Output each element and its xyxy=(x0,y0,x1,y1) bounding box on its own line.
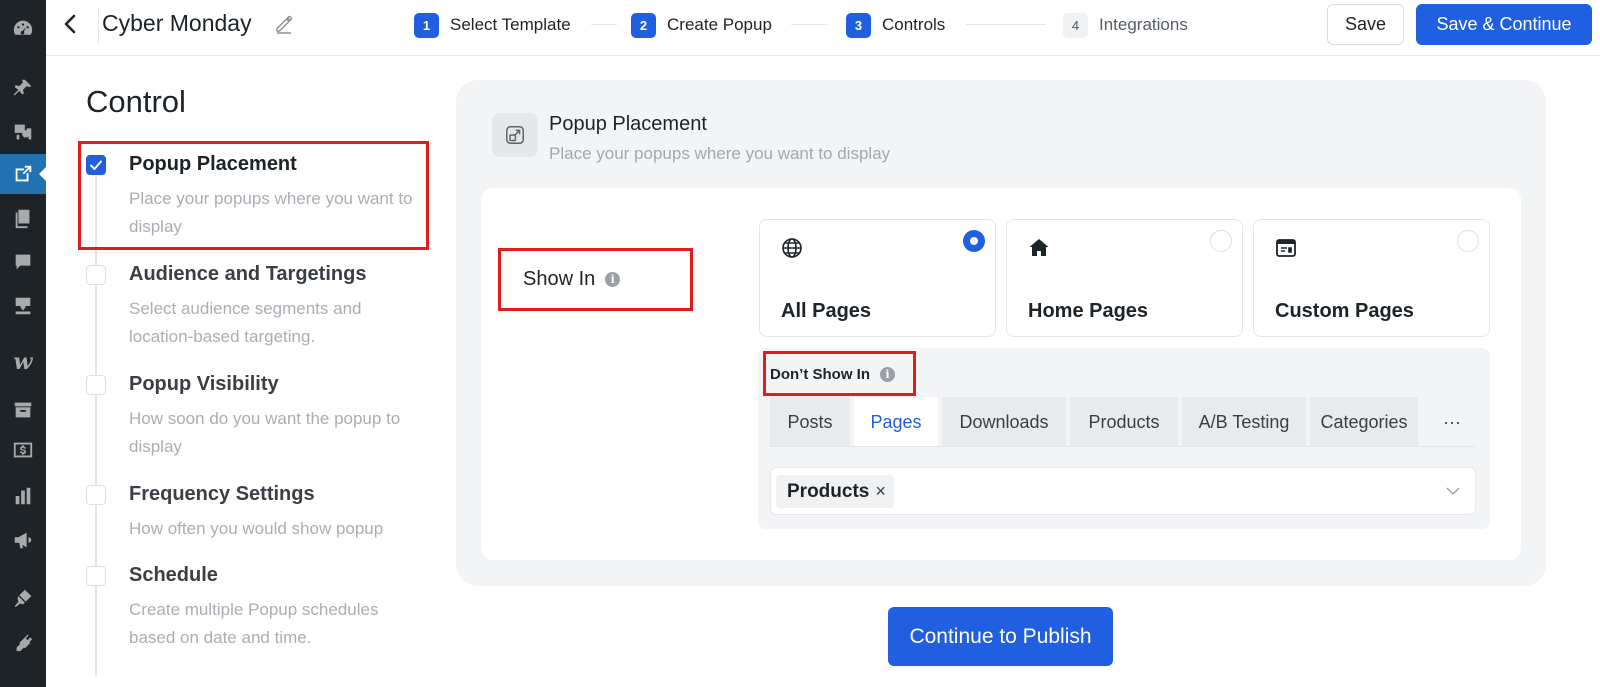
wp-admin-sidebar: w xyxy=(0,0,46,687)
step-label: Select Template xyxy=(450,15,571,34)
control-item-audience[interactable]: Audience and Targetings Select audience … xyxy=(84,263,434,353)
option-custom-pages[interactable]: Custom Pages xyxy=(1253,219,1490,337)
plugin-icon[interactable] xyxy=(0,622,46,662)
pencil-edit-icon[interactable] xyxy=(274,14,294,34)
step-label: Controls xyxy=(882,15,946,34)
radio[interactable] xyxy=(1457,230,1479,252)
tab-pages[interactable]: Pages xyxy=(854,397,938,447)
comments-icon[interactable] xyxy=(0,242,46,282)
tabs-underline xyxy=(770,446,1476,447)
popup-placement-icon xyxy=(492,113,538,157)
popup-title: Cyber Monday xyxy=(102,10,252,36)
step-number: 1 xyxy=(414,12,439,38)
step-connector xyxy=(591,24,617,25)
control-item-title: Schedule xyxy=(129,564,218,586)
control-item-schedule[interactable]: Schedule Create multiple Popup schedules… xyxy=(84,564,434,654)
checkbox[interactable] xyxy=(86,265,106,285)
woo-icon[interactable]: w xyxy=(0,342,46,382)
divider xyxy=(98,8,99,44)
control-item-visibility[interactable]: Popup Visibility How soon do you want th… xyxy=(84,373,434,463)
step-select-template[interactable]: 1 Select Template xyxy=(414,12,571,38)
checkbox[interactable] xyxy=(86,485,106,505)
popup-icon[interactable] xyxy=(0,154,46,194)
tab-products[interactable]: Products xyxy=(1070,397,1178,447)
checkbox[interactable] xyxy=(86,375,106,395)
control-item-title: Popup Visibility xyxy=(129,373,279,395)
control-item-popup-placement[interactable]: Popup Placement Place your popups where … xyxy=(84,153,434,243)
back-arrow-icon[interactable] xyxy=(60,12,82,36)
control-heading: Control xyxy=(86,84,186,119)
dont-show-in-label: Don’t Show In i xyxy=(770,366,895,383)
globe-icon xyxy=(780,236,804,260)
download-icon[interactable] xyxy=(0,286,46,326)
radio-selected[interactable] xyxy=(963,230,985,252)
tab-downloads[interactable]: Downloads xyxy=(942,397,1066,447)
checkbox-checked[interactable] xyxy=(86,155,106,175)
dashboard-icon[interactable] xyxy=(0,8,46,48)
step-label: Integrations xyxy=(1099,15,1188,34)
option-label: All Pages xyxy=(781,300,872,322)
save-continue-button[interactable]: Save & Continue xyxy=(1416,4,1592,45)
control-item-desc: How often you would show popup xyxy=(129,519,384,538)
megaphone-icon[interactable] xyxy=(0,520,46,560)
step-label: Create Popup xyxy=(667,15,772,34)
control-item-desc: Select audience segments and location-ba… xyxy=(129,299,362,346)
step-number: 4 xyxy=(1063,12,1088,38)
option-label: Home Pages xyxy=(1028,300,1149,322)
show-in-label: Show In i xyxy=(523,268,621,291)
save-button[interactable]: Save xyxy=(1327,4,1404,45)
exclusion-select[interactable]: Products × xyxy=(770,467,1476,515)
control-item-title: Popup Placement xyxy=(129,153,297,175)
dont-show-in-text: Don’t Show In xyxy=(770,366,870,383)
control-item-frequency[interactable]: Frequency Settings How often you would s… xyxy=(84,483,434,543)
step-controls[interactable]: 3 Controls xyxy=(846,12,945,38)
tab-ab-testing[interactable]: A/B Testing xyxy=(1182,397,1306,447)
more-tabs-button[interactable]: ··· xyxy=(1428,397,1476,447)
option-label: Custom Pages xyxy=(1275,300,1414,322)
home-icon xyxy=(1027,236,1051,260)
section-title: Popup Placement xyxy=(549,113,707,135)
control-item-desc: How soon do you want the popup to displa… xyxy=(129,409,401,456)
pin-icon[interactable] xyxy=(0,68,46,108)
step-integrations[interactable]: 4 Integrations xyxy=(1063,12,1188,38)
archive-icon[interactable] xyxy=(0,390,46,430)
control-item-desc: Place your popups where you want to disp… xyxy=(129,189,413,236)
pages-icon[interactable] xyxy=(0,198,46,238)
dollar-icon[interactable] xyxy=(0,430,46,470)
step-create-popup[interactable]: 2 Create Popup xyxy=(631,12,772,38)
option-home-pages[interactable]: Home Pages xyxy=(1006,219,1243,337)
option-all-pages[interactable]: All Pages xyxy=(759,219,996,337)
top-bar: Cyber Monday 1 Select Template 2 Create … xyxy=(46,0,1600,56)
browser-window-icon xyxy=(1274,236,1298,260)
chip-remove-icon[interactable]: × xyxy=(875,481,886,502)
control-item-title: Audience and Targetings xyxy=(129,263,367,285)
control-item-title: Frequency Settings xyxy=(129,483,315,505)
step-number: 3 xyxy=(846,12,871,38)
radio[interactable] xyxy=(1210,230,1232,252)
page-type-tabs: Posts Pages Downloads Products A/B Testi… xyxy=(770,397,1476,447)
brush-icon[interactable] xyxy=(0,578,46,618)
chip-label: Products xyxy=(787,480,870,502)
chart-icon[interactable] xyxy=(0,476,46,516)
section-subtitle: Place your popups where you want to disp… xyxy=(549,144,891,163)
info-icon[interactable]: i xyxy=(605,272,621,287)
step-connector xyxy=(791,24,827,25)
step-number: 2 xyxy=(631,12,656,38)
checkbox[interactable] xyxy=(86,566,106,586)
step-connector xyxy=(966,24,1046,25)
media-icon[interactable] xyxy=(0,112,46,152)
selected-chip: Products × xyxy=(776,475,894,508)
info-icon[interactable]: i xyxy=(879,367,895,382)
chevron-down-icon[interactable] xyxy=(1445,483,1461,499)
continue-to-publish-button[interactable]: Continue to Publish xyxy=(888,607,1113,666)
tab-posts[interactable]: Posts xyxy=(770,397,850,447)
show-in-text: Show In xyxy=(523,268,596,290)
control-item-desc: Create multiple Popup schedules based on… xyxy=(129,600,379,647)
tab-categories[interactable]: Categories xyxy=(1310,397,1418,447)
